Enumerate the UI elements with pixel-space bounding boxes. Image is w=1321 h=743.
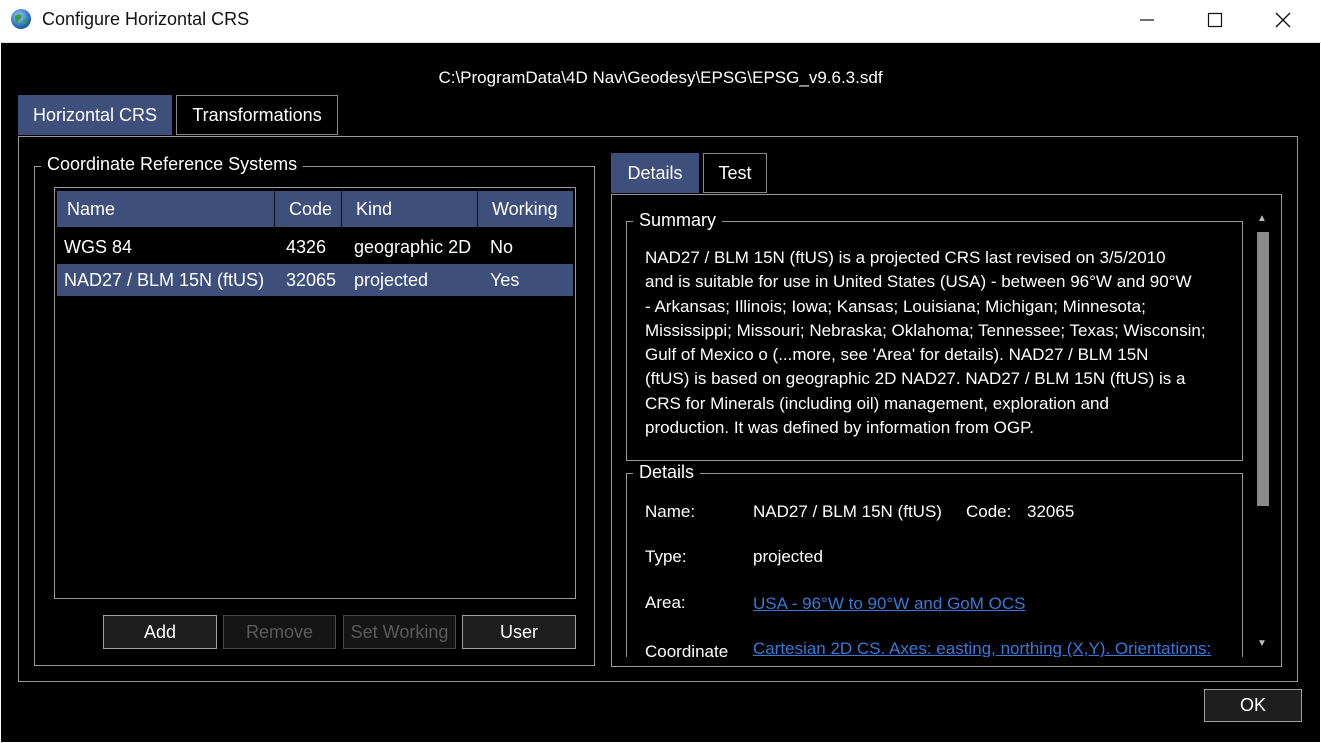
- coordinate-label: Coordinate: [645, 642, 729, 657]
- close-icon: [1275, 12, 1291, 28]
- tab-details[interactable]: Details: [611, 153, 699, 193]
- summary-line: Gulf of Mexico o (...more, see 'Area' fo…: [645, 345, 1149, 365]
- name-label: Name:: [645, 502, 696, 521]
- row-code: 32065: [286, 270, 337, 290]
- set-working-button[interactable]: Set Working: [343, 615, 456, 649]
- row-name: NAD27 / BLM 15N (ftUS): [64, 270, 265, 290]
- maximize-button[interactable]: [1183, 0, 1247, 40]
- scroll-up-icon[interactable]: ▲: [1257, 213, 1267, 224]
- minimize-icon: [1140, 19, 1154, 21]
- column-header-code[interactable]: Code: [289, 191, 332, 227]
- summary-line: - Arkansas; Illinois; Iowa; Kansas; Loui…: [645, 296, 1146, 316]
- scroll-down-icon[interactable]: ▼: [1257, 638, 1267, 649]
- summary-line: NAD27 / BLM 15N (ftUS) is a projected CR…: [645, 248, 1166, 267]
- tab-test[interactable]: Test: [703, 153, 767, 193]
- column-divider[interactable]: [274, 191, 275, 227]
- area-label: Area:: [645, 593, 686, 612]
- close-button[interactable]: [1251, 0, 1315, 40]
- tab-horizontal-crs[interactable]: Horizontal CRS: [18, 95, 172, 135]
- minimize-button[interactable]: [1115, 0, 1179, 40]
- row-kind: geographic 2D: [354, 237, 472, 257]
- row-name: WGS 84: [64, 237, 133, 257]
- code-label: Code:: [966, 502, 1012, 521]
- coordinate-system-link[interactable]: Cartesian 2D CS. Axes: easting, northing…: [753, 639, 1211, 657]
- summary-line: Mississippi; Missouri; Nebraska; Oklahom…: [645, 320, 1206, 340]
- ok-button[interactable]: OK: [1204, 689, 1302, 722]
- window-title: Configure Horizontal CRS: [42, 9, 250, 29]
- row-code: 4326: [286, 237, 327, 257]
- user-button[interactable]: User: [462, 615, 576, 649]
- code-value: 32065: [1027, 502, 1075, 521]
- summary-line: CRS for Minerals (including oil) managem…: [645, 393, 1109, 413]
- column-divider[interactable]: [477, 191, 478, 227]
- tab-transformations[interactable]: Transformations: [176, 95, 338, 135]
- column-header-kind[interactable]: Kind: [356, 191, 392, 227]
- area-link[interactable]: USA - 96°W to 90°W and GoM OCS: [753, 594, 1025, 614]
- summary-text: NAD27 / BLM 15N (ftUS) is a projected CR…: [645, 246, 1235, 440]
- row-working: No: [490, 237, 514, 257]
- row-kind: projected: [354, 270, 429, 290]
- type-value: projected: [753, 547, 823, 566]
- type-label: Type:: [645, 547, 687, 566]
- database-path: C:\ProgramData\4D Nav\Geodesy\EPSG\EPSG_…: [438, 68, 883, 87]
- summary-line: and is suitable for use in United States…: [645, 272, 1192, 292]
- details-clip: Details Name: NAD27 / BLM 15N (ftUS) Cod…: [626, 462, 1243, 657]
- column-header-working[interactable]: Working: [492, 191, 558, 227]
- remove-button[interactable]: Remove: [223, 615, 336, 649]
- crs-groupbox-title: Coordinate Reference Systems: [41, 154, 304, 175]
- column-header-name[interactable]: Name: [67, 191, 115, 227]
- scrollbar-thumb[interactable]: [1257, 232, 1269, 506]
- globe-icon: [10, 8, 32, 30]
- summary-line: (ftUS) is based on geographic 2D NAD27. …: [645, 369, 1186, 389]
- maximize-icon: [1207, 12, 1223, 28]
- summary-groupbox-title: Summary: [633, 210, 723, 231]
- row-working: Yes: [490, 270, 520, 290]
- details-groupbox-title: Details: [633, 462, 701, 483]
- column-divider[interactable]: [341, 191, 342, 227]
- add-button[interactable]: Add: [103, 615, 217, 649]
- summary-line: production. It was defined by informatio…: [645, 418, 1034, 438]
- name-value: NAD27 / BLM 15N (ftUS): [753, 502, 942, 521]
